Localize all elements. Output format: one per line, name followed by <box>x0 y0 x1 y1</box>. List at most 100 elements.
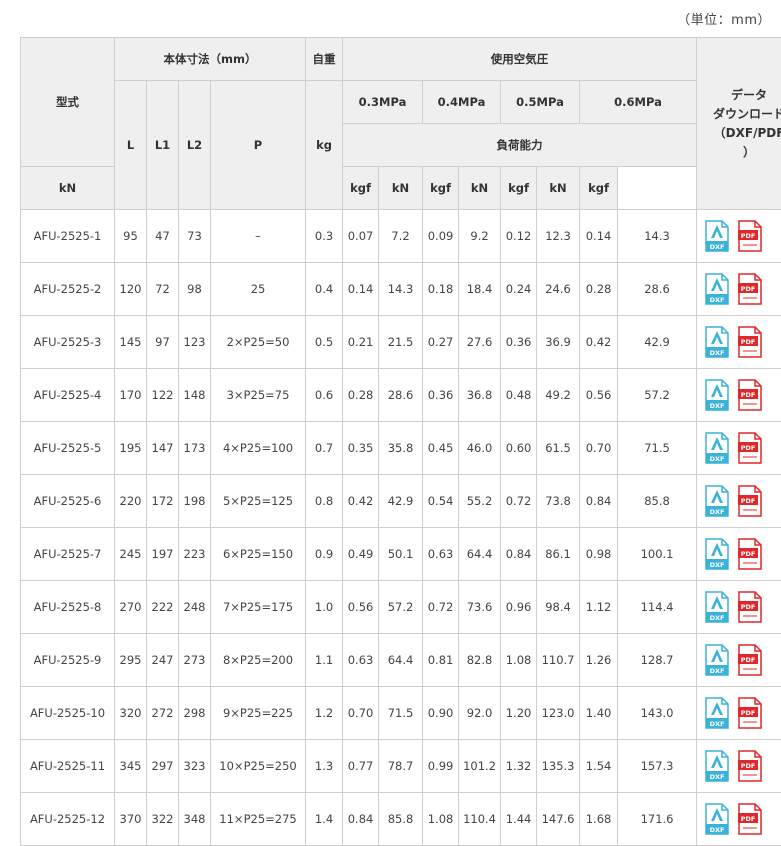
pdf-download-link[interactable]: PDF <box>737 803 762 835</box>
cell-kgf-03: 7.2 <box>378 209 424 263</box>
cell-download: DXF PDF <box>696 686 781 740</box>
dxf-download-link[interactable]: DXF <box>705 273 729 305</box>
dxf-file-icon: DXF <box>705 485 729 517</box>
cell-model: AFU-2525-3 <box>20 315 115 369</box>
pdf-download-link[interactable]: PDF <box>737 326 762 358</box>
svg-text:DXF: DXF <box>710 349 725 357</box>
cell-kgf-04: 55.2 <box>458 474 502 528</box>
cell-kn-05: 0.12 <box>500 209 538 263</box>
cell-model: AFU-2525-8 <box>20 580 115 634</box>
cell-P: 6×P25=150 <box>209 527 307 581</box>
cell-L2: 198 <box>178 474 211 528</box>
dxf-file-icon: DXF <box>705 326 729 358</box>
cell-kn-05: 1.20 <box>500 686 538 740</box>
pdf-file-icon: PDF <box>737 220 762 252</box>
header-pressure-06: 0.6MPa <box>579 80 698 124</box>
cell-L1: 272 <box>146 686 179 740</box>
header-pressure-03: 0.3MPa <box>342 80 424 124</box>
cell-P: 9×P25=225 <box>209 686 307 740</box>
dxf-download-link[interactable]: DXF <box>705 485 729 517</box>
dxf-download-link[interactable]: DXF <box>705 432 729 464</box>
pdf-file-icon: PDF <box>737 538 762 570</box>
cell-kgf-03: 57.2 <box>378 580 424 634</box>
cell-kgf-05: 36.9 <box>536 315 581 369</box>
pdf-download-link[interactable]: PDF <box>737 644 762 676</box>
svg-text:DXF: DXF <box>710 561 725 569</box>
cell-download: DXF PDF <box>696 792 781 846</box>
svg-text:PDF: PDF <box>740 815 755 823</box>
pdf-download-link[interactable]: PDF <box>737 432 762 464</box>
cell-weight: 1.0 <box>305 580 344 634</box>
cell-kn-03: 0.35 <box>342 421 380 475</box>
cell-kn-04: 0.09 <box>422 209 460 263</box>
table-row: AFU-2525-9 295 247 273 8×P25=200 1.1 0.6… <box>20 633 781 687</box>
pdf-file-icon: PDF <box>737 697 762 729</box>
cell-kgf-06: 71.5 <box>617 421 698 475</box>
cell-kn-05: 0.48 <box>500 368 538 422</box>
header-air-pressure: 使用空気圧 <box>342 37 698 81</box>
cell-kgf-05: 12.3 <box>536 209 581 263</box>
cell-L2: 298 <box>178 686 211 740</box>
dxf-download-link[interactable]: DXF <box>705 326 729 358</box>
svg-text:DXF: DXF <box>710 826 725 834</box>
pdf-download-link[interactable]: PDF <box>737 750 762 782</box>
table-row: AFU-2525-1 95 47 73 – 0.3 0.07 7.2 0.09 … <box>20 209 781 263</box>
svg-text:PDF: PDF <box>740 232 755 240</box>
table-row: AFU-2525-5 195 147 173 4×P25=100 0.7 0.3… <box>20 421 781 475</box>
dxf-download-link[interactable]: DXF <box>705 379 729 411</box>
cell-kn-03: 0.77 <box>342 739 380 793</box>
cell-kgf-06: 57.2 <box>617 368 698 422</box>
cell-kgf-03: 42.9 <box>378 474 424 528</box>
pdf-download-link[interactable]: PDF <box>737 379 762 411</box>
cell-model: AFU-2525-2 <box>20 262 115 316</box>
dxf-download-link[interactable]: DXF <box>705 538 729 570</box>
cell-kn-06: 1.26 <box>579 633 619 687</box>
cell-kn-04: 0.72 <box>422 580 460 634</box>
cell-L2: 73 <box>178 209 211 263</box>
cell-model: AFU-2525-11 <box>20 739 115 793</box>
dxf-download-link[interactable]: DXF <box>705 644 729 676</box>
cell-kgf-05: 98.4 <box>536 580 581 634</box>
header-download-line4: ） <box>743 144 756 159</box>
table-row: AFU-2525-8 270 222 248 7×P25=175 1.0 0.5… <box>20 580 781 634</box>
cell-kn-04: 0.90 <box>422 686 460 740</box>
pdf-download-link[interactable]: PDF <box>737 220 762 252</box>
dxf-download-link[interactable]: DXF <box>705 697 729 729</box>
pdf-download-link[interactable]: PDF <box>737 697 762 729</box>
cell-kgf-04: 92.0 <box>458 686 502 740</box>
svg-text:DXF: DXF <box>710 667 725 675</box>
cell-kn-05: 0.72 <box>500 474 538 528</box>
cell-L1: 122 <box>146 368 179 422</box>
table-row: AFU-2525-11 345 297 323 10×P25=250 1.3 0… <box>20 739 781 793</box>
cell-L2: 98 <box>178 262 211 316</box>
svg-text:PDF: PDF <box>740 550 755 558</box>
pdf-download-link[interactable]: PDF <box>737 591 762 623</box>
cell-kn-04: 1.08 <box>422 792 460 846</box>
header-kn-06: kN <box>536 166 581 210</box>
pdf-download-link[interactable]: PDF <box>737 538 762 570</box>
cell-kn-04: 0.36 <box>422 368 460 422</box>
cell-L2: 223 <box>178 527 211 581</box>
cell-kgf-04: 36.8 <box>458 368 502 422</box>
cell-L: 245 <box>114 527 147 581</box>
dxf-download-link[interactable]: DXF <box>705 803 729 835</box>
spec-table: 型式 本体寸法（mm） 自重 使用空気圧 データ ダウンロード （DXF/PDF… <box>20 37 781 846</box>
pdf-file-icon: PDF <box>737 326 762 358</box>
dxf-file-icon: DXF <box>705 432 729 464</box>
dxf-file-icon: DXF <box>705 379 729 411</box>
dxf-file-icon: DXF <box>705 273 729 305</box>
unit-note: （単位：mm） <box>677 13 771 28</box>
svg-text:PDF: PDF <box>740 338 755 346</box>
cell-weight: 1.3 <box>305 739 344 793</box>
dxf-download-link[interactable]: DXF <box>705 591 729 623</box>
dxf-download-link[interactable]: DXF <box>705 750 729 782</box>
table-row: AFU-2525-10 320 272 298 9×P25=225 1.2 0.… <box>20 686 781 740</box>
table-row: AFU-2525-7 245 197 223 6×P25=150 0.9 0.4… <box>20 527 781 581</box>
pdf-download-link[interactable]: PDF <box>737 485 762 517</box>
cell-kgf-04: 9.2 <box>458 209 502 263</box>
cell-kn-03: 0.49 <box>342 527 380 581</box>
dxf-download-link[interactable]: DXF <box>705 220 729 252</box>
cell-download: DXF PDF <box>696 474 781 528</box>
cell-model: AFU-2525-7 <box>20 527 115 581</box>
pdf-download-link[interactable]: PDF <box>737 273 762 305</box>
